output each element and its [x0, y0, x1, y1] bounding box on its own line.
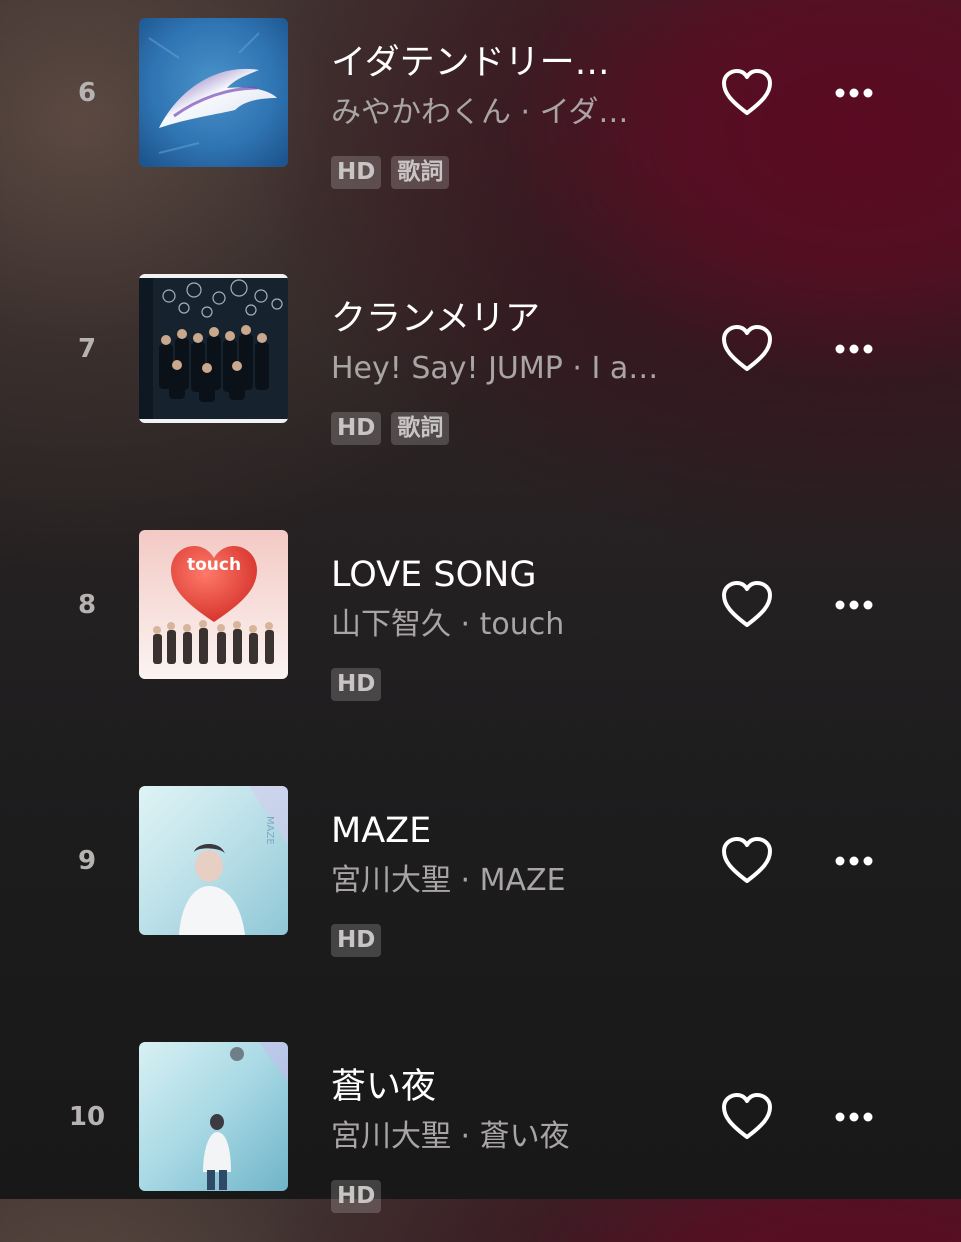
track-row-10[interactable]: 10 蒼い夜 宮川大聖 · 蒼い夜 HD — [0, 1042, 961, 1242]
album-art-text: touch — [187, 555, 241, 575]
album-art-aoi-yoru[interactable] — [139, 1042, 288, 1191]
track-row-9[interactable]: 9 MAZE MAZE 宮川大聖 · MAZE HD — [0, 786, 961, 986]
album-art-idaten[interactable] — [139, 18, 288, 167]
hd-badge: HD — [331, 1180, 382, 1213]
track-badges: HD 歌詞 — [331, 156, 450, 189]
track-row-7[interactable]: 7 クランメリア Hey! Say! JUMP · I a… HD 歌詞 — [0, 274, 961, 474]
hd-badge: HD — [331, 156, 382, 189]
track-artist-album[interactable]: 宮川大聖 · MAZE — [331, 861, 676, 901]
track-badges: HD — [331, 668, 382, 701]
track-title[interactable]: MAZE — [331, 808, 661, 854]
heart-outline-icon[interactable] — [721, 69, 773, 117]
album-art-jump[interactable] — [139, 274, 288, 423]
track-badges: HD — [331, 1180, 382, 1213]
track-artist-album[interactable]: 宮川大聖 · 蒼い夜 — [331, 1117, 676, 1157]
more-horizontal-icon[interactable] — [826, 585, 882, 625]
heart-outline-icon[interactable] — [721, 1093, 773, 1141]
track-title[interactable]: LOVE SONG — [331, 552, 661, 598]
heart-outline-icon[interactable] — [721, 837, 773, 885]
more-horizontal-icon[interactable] — [826, 73, 882, 113]
more-horizontal-icon[interactable] — [826, 329, 882, 369]
track-badges: HD — [331, 924, 382, 957]
track-rank: 9 — [77, 846, 97, 876]
hd-badge: HD — [331, 668, 382, 701]
track-rank: 7 — [77, 334, 97, 364]
track-artist-album[interactable]: 山下智久 · touch — [331, 605, 676, 645]
track-title[interactable]: イダテンドリー… — [331, 40, 661, 86]
track-artist-album[interactable]: Hey! Say! JUMP · I a… — [331, 349, 676, 389]
track-rank: 6 — [77, 78, 97, 108]
more-horizontal-icon[interactable] — [826, 1097, 882, 1137]
heart-outline-icon[interactable] — [721, 325, 773, 373]
album-art-maze[interactable]: MAZE — [139, 786, 288, 935]
lyrics-badge: 歌詞 — [391, 412, 450, 445]
hd-badge: HD — [331, 924, 382, 957]
track-row-8[interactable]: 8 touch LOVE SONG 山下智久 · touch HD — [0, 530, 961, 730]
lyrics-badge: 歌詞 — [391, 156, 450, 189]
track-title[interactable]: クランメリア — [331, 296, 661, 342]
hd-badge: HD — [331, 412, 382, 445]
svg-text:MAZE: MAZE — [264, 816, 275, 845]
track-row-6[interactable]: 6 イダテンドリー… みやかわくん · イダ… HD 歌詞 — [0, 18, 961, 218]
track-badges: HD 歌詞 — [331, 412, 450, 445]
heart-outline-icon[interactable] — [721, 581, 773, 629]
track-rank: 10 — [68, 1102, 106, 1132]
track-rank: 8 — [77, 590, 97, 620]
more-horizontal-icon[interactable] — [826, 841, 882, 881]
track-artist-album[interactable]: みやかわくん · イダ… — [331, 93, 676, 133]
track-title[interactable]: 蒼い夜 — [331, 1064, 661, 1110]
album-art-touch[interactable]: touch — [139, 530, 288, 679]
